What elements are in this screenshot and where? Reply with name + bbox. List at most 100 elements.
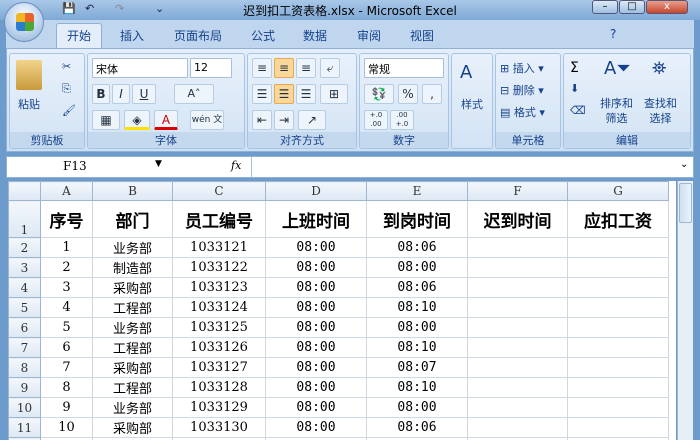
column-header[interactable]: A bbox=[40, 181, 93, 201]
cell[interactable]: 1033128 bbox=[172, 377, 266, 398]
cell[interactable]: 采购部 bbox=[92, 277, 173, 298]
cell[interactable]: 08:00 bbox=[366, 397, 468, 418]
group-styles[interactable]: A 样式 bbox=[451, 53, 493, 149]
cell[interactable]: 9 bbox=[40, 397, 93, 418]
cell[interactable]: 1033129 bbox=[172, 397, 266, 418]
font-size-select[interactable]: 12 bbox=[190, 58, 232, 78]
undo-icon[interactable]: ↶ bbox=[85, 2, 94, 15]
row-header[interactable]: 4 bbox=[8, 277, 41, 298]
cell[interactable] bbox=[467, 237, 568, 258]
cell[interactable] bbox=[467, 317, 568, 338]
bold-button[interactable]: B bbox=[92, 84, 110, 104]
wrap-text-icon[interactable]: ⤶ bbox=[320, 58, 340, 78]
cell[interactable]: 制造部 bbox=[92, 257, 173, 278]
cell[interactable]: 工程部 bbox=[92, 377, 173, 398]
cell[interactable]: 1 bbox=[40, 237, 93, 258]
format-painter-icon[interactable]: 🖌 bbox=[62, 104, 76, 117]
decrease-decimal-button[interactable]: .00 +.0 bbox=[390, 110, 414, 130]
cell[interactable]: 采购部 bbox=[92, 417, 173, 438]
number-format-select[interactable]: 常规 bbox=[364, 58, 444, 78]
formula-input[interactable] bbox=[251, 157, 681, 177]
cell[interactable]: 08:10 bbox=[366, 337, 468, 358]
cell[interactable]: 08:06 bbox=[366, 237, 468, 258]
cell[interactable]: 08:00 bbox=[265, 417, 367, 438]
cell[interactable]: 6 bbox=[40, 337, 93, 358]
phonetic-button[interactable]: wén 文 bbox=[190, 110, 224, 130]
grow-font-button[interactable]: A˄ bbox=[174, 84, 214, 104]
maximize-button[interactable]: □ bbox=[619, 0, 645, 14]
percent-button[interactable]: % bbox=[398, 84, 418, 104]
border-icon[interactable]: ▦ bbox=[92, 110, 120, 130]
italic-button[interactable]: I bbox=[112, 84, 130, 104]
cell[interactable]: 5 bbox=[40, 317, 93, 338]
cell[interactable] bbox=[467, 297, 568, 318]
cell[interactable]: 2 bbox=[40, 257, 93, 278]
paste-button[interactable]: 粘贴 bbox=[14, 96, 44, 112]
cell[interactable] bbox=[567, 297, 669, 318]
cell[interactable] bbox=[567, 377, 669, 398]
cell[interactable]: 8 bbox=[40, 377, 93, 398]
find-select-button[interactable]: 查找和 选择 bbox=[644, 96, 677, 126]
cell[interactable]: 上班时间 bbox=[265, 200, 367, 238]
currency-icon[interactable]: 💱 bbox=[364, 84, 394, 104]
cell[interactable]: 工程部 bbox=[92, 337, 173, 358]
cell[interactable]: 08:00 bbox=[366, 257, 468, 278]
comma-button[interactable]: , bbox=[422, 84, 442, 104]
row-header[interactable]: 9 bbox=[8, 377, 41, 398]
cell[interactable]: 1033124 bbox=[172, 297, 266, 318]
row-header[interactable]: 5 bbox=[8, 297, 41, 318]
vertical-scrollbar[interactable] bbox=[677, 181, 693, 440]
expand-formula-bar-icon[interactable]: ⌄ bbox=[680, 159, 688, 170]
font-color-icon[interactable]: A bbox=[154, 110, 178, 130]
align-center-icon[interactable]: ☰ bbox=[274, 84, 294, 104]
column-header[interactable]: G bbox=[567, 181, 669, 201]
cell[interactable]: 08:00 bbox=[265, 337, 367, 358]
cell[interactable]: 3 bbox=[40, 277, 93, 298]
cell[interactable]: 08:00 bbox=[265, 357, 367, 378]
name-box-dropdown-icon[interactable]: ▼ bbox=[155, 159, 162, 169]
tab-formulas[interactable]: 公式 bbox=[251, 27, 275, 44]
cell[interactable]: 08:10 bbox=[366, 377, 468, 398]
cell[interactable]: 08:00 bbox=[265, 317, 367, 338]
align-left-icon[interactable]: ☰ bbox=[252, 84, 272, 104]
sort-filter-button[interactable]: 排序和 筛选 bbox=[600, 96, 633, 126]
cell[interactable]: 4 bbox=[40, 297, 93, 318]
copy-icon[interactable]: ⎘ bbox=[62, 82, 71, 96]
underline-button[interactable]: U bbox=[132, 84, 156, 104]
column-header[interactable]: E bbox=[366, 181, 468, 201]
cell[interactable]: 部门 bbox=[92, 200, 173, 238]
cell[interactable] bbox=[567, 397, 669, 418]
minimize-button[interactable]: – bbox=[592, 0, 618, 14]
row-header[interactable]: 8 bbox=[8, 357, 41, 378]
merge-center-icon[interactable]: ⊞ bbox=[320, 84, 348, 104]
row-header[interactable]: 6 bbox=[8, 317, 41, 338]
cell[interactable]: 08:00 bbox=[265, 257, 367, 278]
column-header[interactable]: C bbox=[172, 181, 266, 201]
cell[interactable] bbox=[467, 277, 568, 298]
cell[interactable]: 应扣工资 bbox=[567, 200, 669, 238]
cut-icon[interactable]: ✂ bbox=[62, 60, 71, 73]
column-header[interactable]: B bbox=[92, 181, 173, 201]
redo-icon[interactable]: ↷ bbox=[115, 2, 124, 15]
cell[interactable]: 08:06 bbox=[366, 417, 468, 438]
orientation-icon[interactable]: ↗ bbox=[298, 110, 326, 130]
cell[interactable]: 工程部 bbox=[92, 297, 173, 318]
cell[interactable] bbox=[567, 317, 669, 338]
scroll-thumb[interactable] bbox=[679, 183, 692, 223]
cell[interactable]: 到岗时间 bbox=[366, 200, 468, 238]
column-header[interactable]: F bbox=[467, 181, 568, 201]
save-icon[interactable]: 💾 bbox=[62, 2, 76, 15]
cell[interactable]: 08:00 bbox=[265, 297, 367, 318]
cell[interactable] bbox=[567, 277, 669, 298]
column-header[interactable]: D bbox=[265, 181, 367, 201]
fill-color-icon[interactable]: ◈ bbox=[124, 110, 150, 130]
cell[interactable]: 08:00 bbox=[265, 377, 367, 398]
cell[interactable] bbox=[567, 417, 669, 438]
row-header[interactable]: 1 bbox=[8, 200, 41, 238]
cell[interactable] bbox=[567, 237, 669, 258]
cell[interactable]: 08:00 bbox=[265, 397, 367, 418]
cell[interactable]: 业务部 bbox=[92, 397, 173, 418]
delete-cells-button[interactable]: ⊟ 删除 ▾ bbox=[500, 82, 544, 98]
font-name-select[interactable]: 宋体 bbox=[92, 58, 188, 78]
autosum-button[interactable]: Σ bbox=[570, 60, 579, 76]
